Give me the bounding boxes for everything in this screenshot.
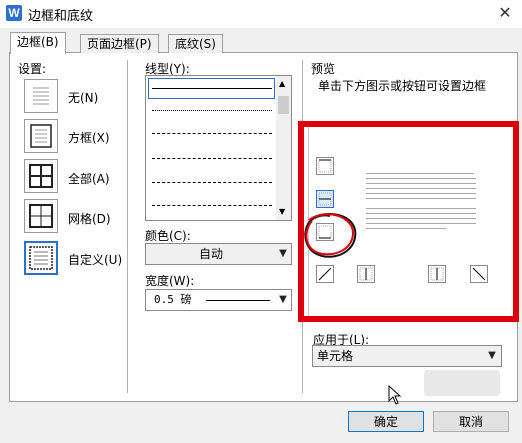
window-title: 边框和底纹: [28, 9, 94, 24]
line-style-solid[interactable]: [152, 88, 272, 89]
color-value: 自动: [198, 247, 223, 261]
scroll-thumb[interactable]: [278, 96, 289, 114]
custom-setting-icon: [29, 246, 53, 270]
width-value: 0.5 磅: [154, 293, 192, 306]
tab-shading[interactable]: 底纹(S): [168, 34, 223, 53]
settings-heading: 设置:: [18, 62, 47, 76]
options-button-blurred[interactable]: [424, 370, 500, 396]
width-dropdown[interactable]: 0.5 磅 ▼: [145, 289, 292, 311]
scroll-down-arrow-icon[interactable]: ▼: [279, 207, 285, 216]
all-setting-icon: [29, 164, 53, 188]
preview-hint: 单击下方图示或按钮可设置边框: [318, 79, 487, 93]
box-setting-icon: [30, 124, 52, 148]
divider-left: [127, 60, 128, 393]
setting-all-label[interactable]: 全部(A): [68, 170, 110, 187]
setting-grid-label[interactable]: 网格(D): [68, 210, 111, 227]
setting-box-button[interactable]: [24, 119, 58, 153]
chevron-down-icon: ▼: [279, 294, 287, 305]
none-setting-icon: [33, 87, 49, 105]
close-button[interactable]: ✕: [494, 3, 516, 23]
cancel-button[interactable]: 取消: [433, 411, 509, 432]
tab-page-borders[interactable]: 页面边框(P): [80, 34, 159, 53]
setting-grid-button[interactable]: [24, 199, 58, 233]
line-style-dash-dot-dot[interactable]: [152, 182, 272, 183]
grid-setting-icon: [29, 204, 53, 228]
mouse-cursor-icon: [388, 385, 402, 405]
width-label: 宽度(W):: [145, 274, 195, 288]
line-style-dashed[interactable]: [152, 133, 272, 134]
width-sample-line: [206, 300, 270, 301]
setting-none-label[interactable]: 无(N): [68, 89, 98, 106]
scroll-up-arrow-icon[interactable]: ▲: [279, 79, 285, 88]
chevron-down-icon: ▼: [279, 248, 287, 259]
setting-custom-button[interactable]: [24, 241, 58, 275]
wps-app-icon: W: [6, 5, 22, 21]
line-style-dotted[interactable]: [152, 110, 272, 111]
color-dropdown[interactable]: 自动 ▼: [145, 243, 292, 265]
line-style-dash-dot[interactable]: [152, 158, 272, 159]
ok-button[interactable]: 确定: [348, 411, 424, 432]
setting-custom-label[interactable]: 自定义(U): [68, 251, 122, 268]
preview-heading: 预览: [311, 62, 336, 76]
setting-all-button[interactable]: [24, 159, 58, 193]
line-style-long-dash[interactable]: [152, 205, 272, 206]
tab-borders[interactable]: 边框(B): [10, 32, 66, 54]
setting-box-label[interactable]: 方框(X): [68, 129, 110, 146]
hand-drawn-circle-annotation: [304, 213, 357, 258]
apply-to-dropdown[interactable]: 单元格 ▼: [312, 345, 502, 367]
apply-to-value: 单元格: [317, 349, 354, 363]
chevron-down-icon: ▼: [488, 350, 496, 361]
setting-none-button[interactable]: [24, 79, 58, 113]
color-label: 颜色(C):: [145, 229, 191, 243]
